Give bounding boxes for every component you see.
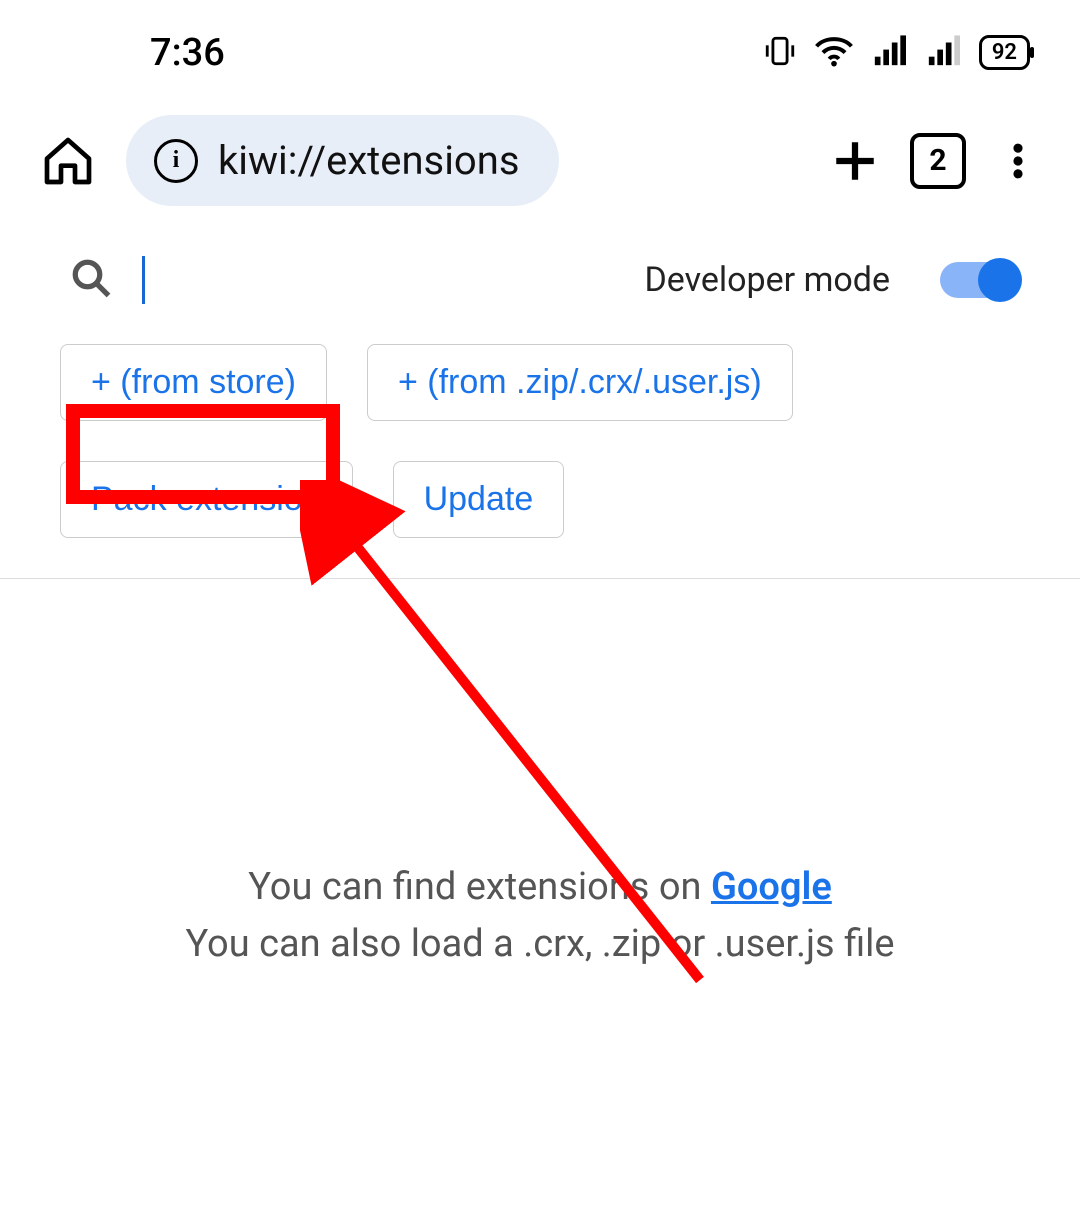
from-file-button[interactable]: + (from .zip/.crx/.user.js) xyxy=(367,344,793,421)
site-info-icon[interactable]: i xyxy=(154,139,198,183)
home-icon[interactable] xyxy=(40,133,96,189)
signal-icon-1 xyxy=(871,34,907,72)
update-button[interactable]: Update xyxy=(393,461,565,538)
address-bar[interactable]: i kiwi://extensions xyxy=(126,115,559,206)
pack-extension-button[interactable]: Pack extension xyxy=(60,461,353,538)
tabs-button[interactable]: 2 xyxy=(910,133,966,189)
signal-icon-2 xyxy=(925,34,961,72)
developer-mode-label: Developer mode xyxy=(644,260,890,300)
status-time: 7:36 xyxy=(150,31,225,75)
status-icons: 92 xyxy=(763,34,1030,72)
status-bar: 7:36 92 xyxy=(0,0,1080,95)
vibrate-icon xyxy=(763,34,797,72)
battery-indicator: 92 xyxy=(979,35,1030,70)
wifi-icon xyxy=(815,34,853,72)
action-buttons: + (from store) + (from .zip/.crx/.user.j… xyxy=(0,314,1080,579)
empty-state: You can find extensions on Google You ca… xyxy=(0,579,1080,973)
extensions-toolbar: Developer mode xyxy=(0,236,1080,314)
search-area[interactable] xyxy=(70,256,614,304)
empty-line2: You can also load a .crx, .zip or .user.… xyxy=(50,916,1030,973)
developer-mode-toggle[interactable] xyxy=(940,262,1020,298)
google-link[interactable]: Google xyxy=(711,865,832,909)
menu-icon[interactable] xyxy=(996,133,1040,189)
toggle-knob xyxy=(978,258,1022,302)
search-icon[interactable] xyxy=(70,257,112,303)
url-text: kiwi://extensions xyxy=(218,137,519,184)
search-cursor xyxy=(142,256,145,304)
from-store-button[interactable]: + (from store) xyxy=(60,344,327,421)
new-tab-icon[interactable] xyxy=(830,136,880,186)
empty-line1-prefix: You can find extensions on xyxy=(248,865,711,909)
browser-bar: i kiwi://extensions 2 xyxy=(0,95,1080,236)
